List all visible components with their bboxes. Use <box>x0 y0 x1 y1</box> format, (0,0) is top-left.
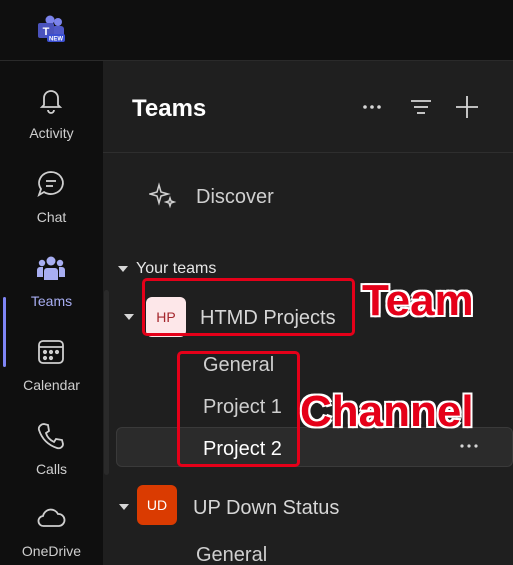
chevron-down-icon <box>119 504 129 510</box>
panel-header: Teams <box>103 61 513 153</box>
channel-general[interactable]: General <box>196 544 267 565</box>
sparkle-icon <box>149 182 177 209</box>
team-annotation-label: Team <box>361 275 475 326</box>
calendar-icon <box>38 340 64 364</box>
rail-item-chat[interactable]: Chat <box>0 155 103 239</box>
rail-label-onedrive: OneDrive <box>21 543 82 559</box>
cloud-icon <box>37 508 66 527</box>
channel-highlight-box <box>177 351 300 467</box>
rail-item-teams[interactable]: Teams <box>0 239 103 323</box>
filter-icon[interactable] <box>405 91 437 123</box>
rail-item-activity[interactable]: Activity <box>0 71 103 155</box>
rail-label-teams: Teams <box>30 293 73 309</box>
scrollbar[interactable] <box>104 290 109 475</box>
team-name: UP Down Status <box>193 497 340 519</box>
app-rail: Activity Chat Teams Calendar Calls OneDr… <box>0 61 103 565</box>
channel-annotation-label: Channel <box>299 386 475 437</box>
phone-icon <box>37 423 64 450</box>
teams-people-icon <box>37 256 65 280</box>
team-highlight-box <box>142 278 355 336</box>
team-avatar: UD <box>137 485 177 525</box>
rail-label-calls: Calls <box>35 461 68 477</box>
add-icon[interactable] <box>451 91 483 123</box>
rail-label-calendar: Calendar <box>23 377 80 393</box>
teams-new-logo-icon[interactable]: T NEW <box>36 14 66 44</box>
more-options-icon[interactable] <box>356 91 388 123</box>
rail-label-activity: Activity <box>29 125 74 141</box>
rail-item-calls[interactable]: Calls <box>0 407 103 491</box>
more-options-icon[interactable] <box>458 439 480 453</box>
discover-label: Discover <box>196 186 274 208</box>
section-label: Your teams <box>136 260 217 277</box>
rail-item-onedrive[interactable]: OneDrive <box>0 489 103 565</box>
page-title: Teams <box>132 95 207 122</box>
rail-label-chat: Chat <box>36 209 67 225</box>
rail-item-calendar[interactable]: Calendar <box>0 323 103 407</box>
new-badge: NEW <box>49 37 63 43</box>
team-row-up-down-status[interactable]: UD UP Down Status <box>103 485 513 529</box>
bell-icon <box>39 90 63 114</box>
discover-item[interactable]: Discover <box>149 176 349 216</box>
top-bar: T NEW <box>0 0 513 61</box>
chevron-down-icon <box>118 266 128 272</box>
chevron-down-icon <box>124 314 134 320</box>
chat-bubble-icon <box>37 171 64 198</box>
